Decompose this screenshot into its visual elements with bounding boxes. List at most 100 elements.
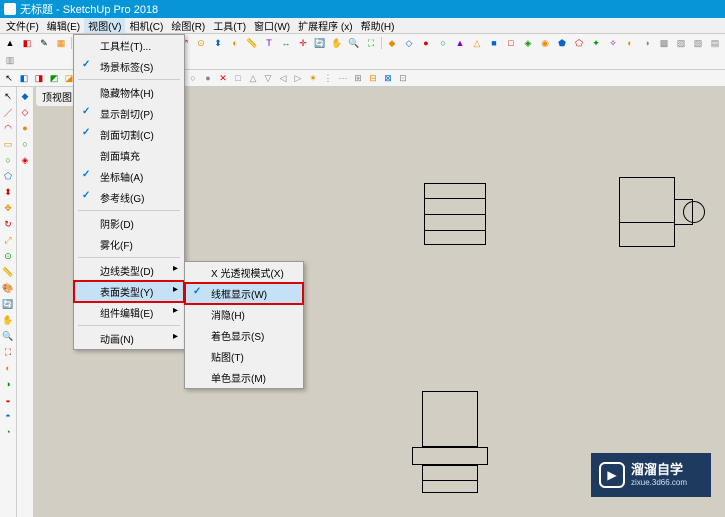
lt-arc-icon[interactable]: ◠	[1, 121, 15, 135]
lt-paint-icon[interactable]: 🎨	[1, 281, 15, 295]
followme-icon[interactable]: ◐	[227, 35, 243, 51]
lt2-1[interactable]: ◆	[18, 89, 32, 103]
axes-icon[interactable]: ✛	[295, 35, 311, 51]
lt-ext-icon[interactable]: ⛶	[1, 345, 15, 359]
menu-toolbars[interactable]: 工具栏(T)...	[74, 35, 184, 56]
view-tab[interactable]: 顶视图	[36, 87, 78, 106]
zoom-icon[interactable]: 🔍	[346, 35, 362, 51]
menu-section-fill[interactable]: 剖面填充	[74, 145, 184, 166]
view-menu-dropdown[interactable]: 工具栏(T)... ✓场景标签(S) 隐藏物体(H) ✓显示剖切(P) ✓剖面切…	[73, 34, 185, 350]
tb-5[interactable]: ▲	[452, 35, 468, 51]
menu-edge-style[interactable]: 边线类型(D)▸	[74, 260, 184, 281]
tb-2[interactable]: ◇	[401, 35, 417, 51]
tb-7[interactable]: ■	[486, 35, 502, 51]
lt-line-icon[interactable]: ／	[1, 105, 15, 119]
eraser-icon[interactable]: ◧	[19, 35, 35, 51]
lt-move-icon[interactable]: ✥	[1, 201, 15, 215]
tb-9[interactable]: ◈	[520, 35, 536, 51]
t2-18[interactable]: ▽	[261, 71, 275, 85]
tb-13[interactable]: ✦	[588, 35, 604, 51]
lt-rect-icon[interactable]: ▭	[1, 137, 15, 151]
lt2-2[interactable]: ◇	[18, 105, 32, 119]
lt-x1[interactable]: ◐	[1, 361, 15, 375]
menu-section-planes[interactable]: ✓显示剖切(P)	[74, 103, 184, 124]
lt-tape-icon[interactable]: 📏	[1, 265, 15, 279]
pushpull-icon[interactable]: ⬍	[210, 35, 226, 51]
lt2-5[interactable]: ◈	[18, 153, 32, 167]
text-icon[interactable]: T	[261, 35, 277, 51]
t2-22[interactable]: ⋮	[321, 71, 335, 85]
tb-3[interactable]: ●	[418, 35, 434, 51]
menu-fog[interactable]: 雾化(F)	[74, 234, 184, 255]
tb-11[interactable]: ⬟	[554, 35, 570, 51]
lt-poly-icon[interactable]: ⬠	[1, 169, 15, 183]
lt-push-icon[interactable]: ⬍	[1, 185, 15, 199]
tb-12[interactable]: ⬠	[571, 35, 587, 51]
lt-zoom-icon[interactable]: 🔍	[1, 329, 15, 343]
tb-14[interactable]: ✧	[605, 35, 621, 51]
t2-26[interactable]: ⊠	[381, 71, 395, 85]
lt-x2[interactable]: ◑	[1, 377, 15, 391]
t2-20[interactable]: ▷	[291, 71, 305, 85]
menu-edit[interactable]: 编辑(E)	[43, 18, 84, 33]
t2-21[interactable]: ✶	[306, 71, 320, 85]
tb-15[interactable]: ◐	[622, 35, 638, 51]
zoomext-icon[interactable]: ⛶	[363, 35, 379, 51]
tb-4[interactable]: ○	[435, 35, 451, 51]
tb-20[interactable]: ▤	[707, 35, 723, 51]
submenu-wireframe[interactable]: ✓线框显示(W)	[185, 283, 303, 304]
lt-circle-icon[interactable]: ○	[1, 153, 15, 167]
pan-icon[interactable]: ✋	[329, 35, 345, 51]
face-style-submenu[interactable]: X 光透视模式(X) ✓线框显示(W) 消隐(H) 着色显示(S) 贴图(T) …	[184, 261, 304, 389]
menu-extensions[interactable]: 扩展程序 (x)	[294, 18, 356, 33]
lt-select-icon[interactable]: ↖	[1, 89, 15, 103]
menu-animation[interactable]: 动画(N)▸	[74, 328, 184, 349]
menu-window[interactable]: 窗口(W)	[250, 18, 294, 33]
menu-component-edit[interactable]: 组件编辑(E)▸	[74, 302, 184, 323]
pencil-icon[interactable]: ✎	[36, 35, 52, 51]
submenu-textured[interactable]: 贴图(T)	[185, 346, 303, 367]
tape-icon[interactable]: 📏	[244, 35, 260, 51]
lt-x3[interactable]: ◒	[1, 393, 15, 407]
menu-shadows[interactable]: 阴影(D)	[74, 213, 184, 234]
tb-6[interactable]: △	[469, 35, 485, 51]
menu-help[interactable]: 帮助(H)	[357, 18, 399, 33]
tb-18[interactable]: ▨	[673, 35, 689, 51]
tb-16[interactable]: ◑	[639, 35, 655, 51]
offset-icon[interactable]: ⊙	[193, 35, 209, 51]
tb-17[interactable]: ▩	[656, 35, 672, 51]
submenu-hidden-line[interactable]: 消隐(H)	[185, 304, 303, 325]
t2-17[interactable]: △	[246, 71, 260, 85]
menu-draw[interactable]: 绘图(R)	[167, 18, 209, 33]
t2-4[interactable]: ◩	[47, 71, 61, 85]
lt2-3[interactable]: ●	[18, 121, 32, 135]
t2-1[interactable]: ↖	[2, 71, 16, 85]
t2-15[interactable]: ✕	[216, 71, 230, 85]
menu-camera[interactable]: 相机(C)	[125, 18, 167, 33]
lt-offset-icon[interactable]: ⊙	[1, 249, 15, 263]
menu-scenetabs[interactable]: ✓场景标签(S)	[74, 56, 184, 77]
t2-13[interactable]: ○	[186, 71, 200, 85]
lt-orbit-icon[interactable]: 🔄	[1, 297, 15, 311]
menu-hidden-geom[interactable]: 隐藏物体(H)	[74, 82, 184, 103]
orbit-icon[interactable]: 🔄	[312, 35, 328, 51]
tb-10[interactable]: ◉	[537, 35, 553, 51]
menubar[interactable]: 文件(F) 编辑(E) 视图(V) 相机(C) 绘图(R) 工具(T) 窗口(W…	[0, 18, 725, 34]
t2-25[interactable]: ⊟	[366, 71, 380, 85]
component-icon[interactable]: ▦	[53, 35, 69, 51]
t2-23[interactable]: ⋯	[336, 71, 350, 85]
t2-24[interactable]: ⊞	[351, 71, 365, 85]
menu-section-cuts[interactable]: ✓剖面切割(C)	[74, 124, 184, 145]
select-icon[interactable]: ▲	[2, 35, 18, 51]
t2-14[interactable]: ●	[201, 71, 215, 85]
lt-rotate-icon[interactable]: ↻	[1, 217, 15, 231]
dims-icon[interactable]: ↔	[278, 35, 294, 51]
menu-file[interactable]: 文件(F)	[2, 18, 43, 33]
t2-16[interactable]: □	[231, 71, 245, 85]
menu-face-style[interactable]: 表面类型(Y)▸	[74, 281, 184, 302]
lt-scale-icon[interactable]: ⤢	[1, 233, 15, 247]
menu-tools[interactable]: 工具(T)	[209, 18, 250, 33]
menu-axes[interactable]: ✓坐标轴(A)	[74, 166, 184, 187]
tb-21[interactable]: ▥	[2, 52, 18, 68]
lt-x5[interactable]: ◔	[1, 425, 15, 439]
